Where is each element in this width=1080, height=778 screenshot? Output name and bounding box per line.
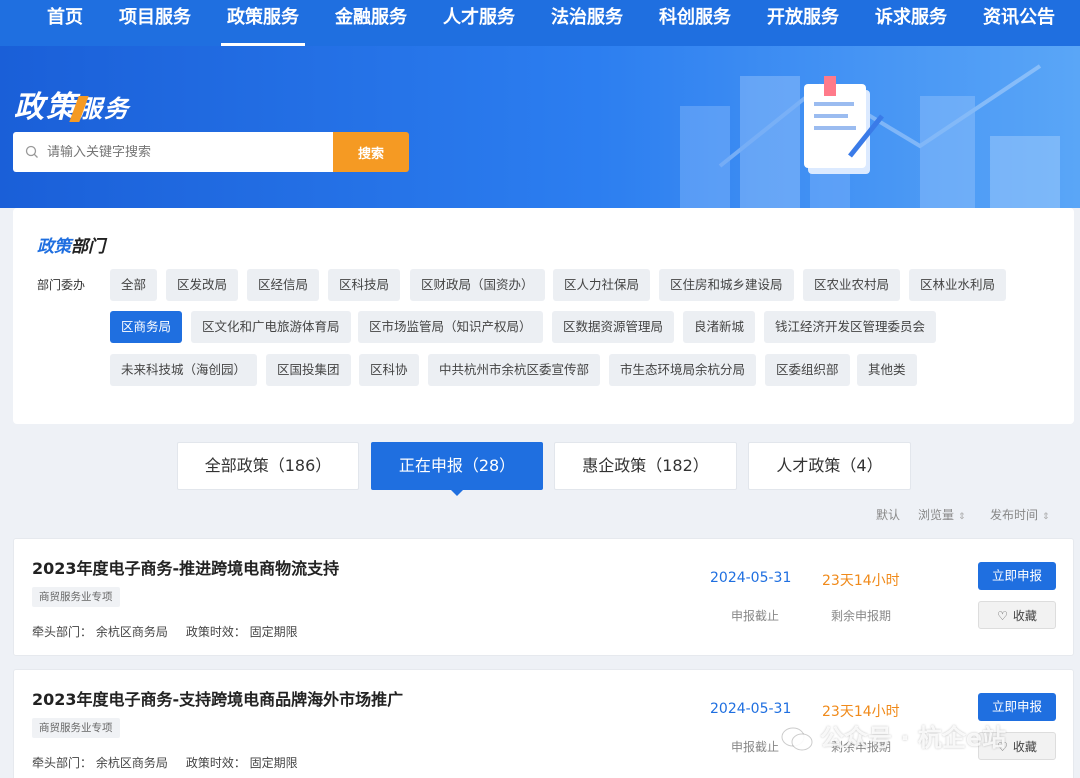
top-nav: 首页 项目服务 政策服务 金融服务 人才服务 法治服务 科创服务 开放服务 诉求…	[0, 0, 1080, 46]
dept-tag[interactable]: 区数据资源管理局	[552, 311, 675, 343]
dept-tag[interactable]: 区委组织部	[765, 354, 850, 386]
dept-tag[interactable]: 区人力社保局	[553, 269, 651, 301]
policy-tag: 商贸服务业专项	[32, 587, 120, 607]
lead-dept: 牵头部门： 余杭区商务局	[32, 756, 168, 770]
department-title-sub: 部门	[71, 237, 105, 257]
search-input[interactable]	[47, 144, 307, 160]
policy-card[interactable]: 2023年度电子商务-推进跨境电商物流支持 商贸服务业专项 牵头部门： 余杭区商…	[13, 538, 1074, 656]
policy-meta: 牵头部门： 余杭区商务局 政策时效： 固定期限	[32, 623, 298, 640]
dept-tag[interactable]: 区财政局（国资办）	[410, 269, 545, 301]
sort-arrows-icon: ⇕	[1042, 512, 1050, 522]
dept-tag[interactable]: 其他类	[857, 354, 917, 386]
nav-item-open[interactable]: 开放服务	[749, 0, 857, 46]
department-filter-card: 政策部门 部门委办 全部 区发改局 区经信局 区科技局 区财政局（国资办） 区人…	[13, 208, 1074, 424]
remaining-label: 剩余申报期	[831, 609, 892, 623]
search-button[interactable]: 搜索	[333, 132, 409, 172]
dept-tag[interactable]: 未来科技城（海创园）	[110, 354, 258, 386]
nav-item-news[interactable]: 资讯公告	[965, 0, 1073, 46]
dept-tag[interactable]: 区文化和广电旅游体育局	[191, 311, 351, 343]
policy-title[interactable]: 2023年度电子商务-支持跨境电商品牌海外市场推广	[32, 686, 403, 710]
search-bar: 搜索	[13, 132, 409, 172]
dept-tag[interactable]: 区农业农村局	[803, 269, 901, 301]
nav-item-talent[interactable]: 人才服务	[425, 0, 533, 46]
favorite-label: 收藏	[1012, 740, 1037, 754]
dept-tag[interactable]: 良渚新城	[683, 311, 756, 343]
watermark-text: 公众号 · 杭企e站	[820, 724, 1007, 752]
nav-item-innovation[interactable]: 科创服务	[641, 0, 749, 46]
document-illustration	[804, 76, 884, 174]
dept-tag[interactable]: 区科技局	[328, 269, 401, 301]
sort-default[interactable]: 默认	[876, 506, 900, 523]
tab-talent-policies[interactable]: 人才政策（4）	[748, 442, 911, 490]
search-field[interactable]	[13, 132, 333, 172]
favorite-label: 收藏	[1012, 609, 1037, 623]
dept-tag[interactable]: 区林业水利局	[909, 269, 1007, 301]
banner-title-main: 政策	[14, 90, 78, 125]
sort-views-label: 浏览量	[918, 508, 955, 522]
deadline-date: 2024-05-31	[710, 701, 792, 717]
deadline-date: 2024-05-31	[710, 570, 792, 586]
dept-tag[interactable]: 市生态环境局余杭分局	[609, 354, 757, 386]
dept-tag[interactable]: 区住房和城乡建设局	[659, 269, 794, 301]
hero-banner: 政策服务 搜索	[0, 46, 1080, 208]
watermark: 公众号 · 杭企e站	[780, 718, 1006, 753]
dept-tag[interactable]: 区经信局	[247, 269, 320, 301]
policy-tag: 商贸服务业专项	[32, 718, 120, 738]
apply-now-button[interactable]: 立即申报	[978, 562, 1056, 590]
dept-tag[interactable]: 区科协	[359, 354, 419, 386]
heart-icon: ♡	[997, 609, 1008, 623]
deadline-label: 申报截止	[731, 740, 780, 754]
policy-meta: 牵头部门： 余杭区商务局 政策时效： 固定期限	[32, 754, 298, 771]
nav-item-policy[interactable]: 政策服务	[209, 0, 317, 46]
remaining-time: 23天14小时	[822, 573, 900, 589]
sort-publish-time[interactable]: 发布时间 ⇕	[990, 506, 1050, 523]
banner-title: 政策服务	[14, 82, 130, 126]
sort-views[interactable]: 浏览量 ⇕	[918, 506, 966, 523]
dept-tag[interactable]: 中共杭州市余杭区委宣传部	[428, 354, 601, 386]
sort-publish-time-label: 发布时间	[990, 508, 1039, 522]
deadline-label: 申报截止	[731, 609, 780, 623]
dept-tag[interactable]: 钱江经济开发区管理委员会	[764, 311, 937, 343]
dept-tag-selected[interactable]: 区商务局	[110, 311, 183, 343]
policy-validity: 政策时效： 固定期限	[185, 756, 298, 770]
department-category-label: 部门委办	[37, 278, 86, 292]
nav-item-home[interactable]: 首页	[0, 0, 101, 46]
nav-item-finance[interactable]: 金融服务	[317, 0, 425, 46]
wechat-icon	[781, 727, 813, 751]
policy-validity: 政策时效： 固定期限	[185, 625, 298, 639]
tab-accepting-applications[interactable]: 正在申报（28）	[371, 442, 543, 496]
search-icon	[25, 145, 38, 158]
dept-tag[interactable]: 区国投集团	[266, 354, 351, 386]
department-title-main: 政策	[37, 237, 71, 257]
tab-all-policies[interactable]: 全部政策（186）	[177, 442, 359, 490]
policy-title[interactable]: 2023年度电子商务-推进跨境电商物流支持	[32, 555, 339, 579]
favorite-button[interactable]: ♡ 收藏	[978, 601, 1056, 629]
sort-arrows-icon: ⇕	[958, 512, 966, 522]
apply-now-button[interactable]: 立即申报	[978, 693, 1056, 721]
tab-business-policies[interactable]: 惠企政策（182）	[554, 442, 737, 490]
dept-tag[interactable]: 全部	[110, 269, 158, 301]
department-section-title: 政策部门	[37, 232, 105, 257]
dept-tag[interactable]: 区发改局	[166, 269, 239, 301]
nav-item-legal[interactable]: 法治服务	[533, 0, 641, 46]
dept-tag[interactable]: 区市场监管局（知识产权局）	[358, 311, 543, 343]
lead-dept: 牵头部门： 余杭区商务局	[32, 625, 168, 639]
nav-item-projects[interactable]: 项目服务	[101, 0, 209, 46]
nav-item-appeals[interactable]: 诉求服务	[857, 0, 965, 46]
